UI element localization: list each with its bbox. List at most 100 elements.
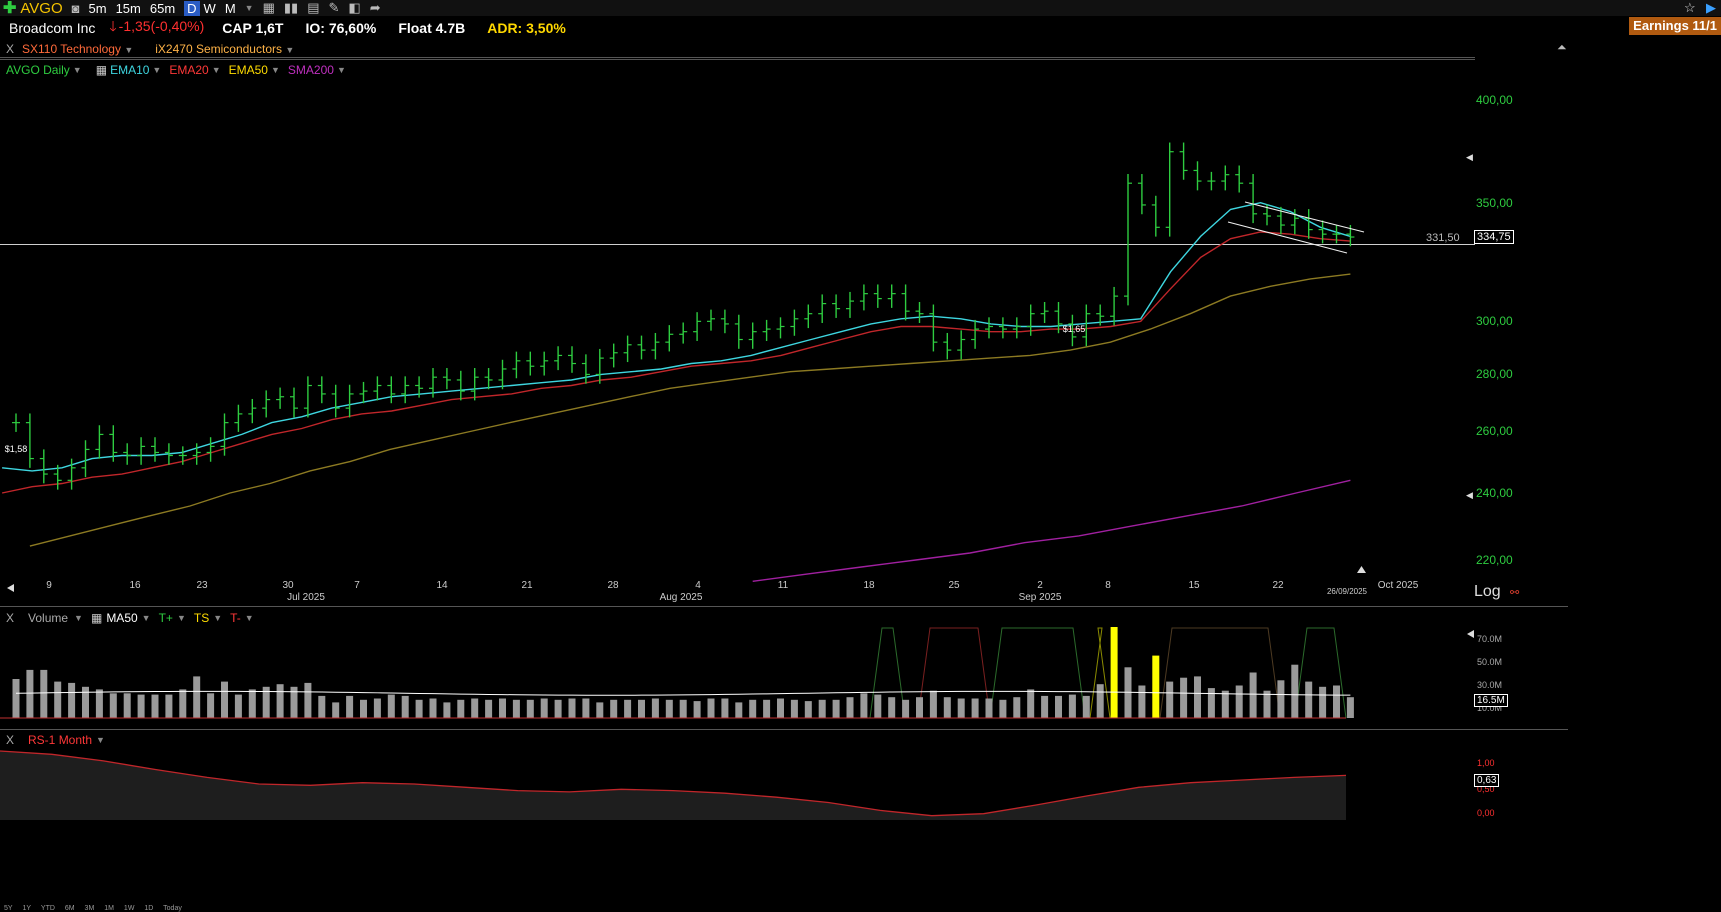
price-bar bbox=[873, 284, 882, 308]
price-bar bbox=[651, 332, 660, 360]
volume-bar bbox=[832, 699, 840, 718]
x-tick-label: 21 bbox=[521, 580, 533, 591]
range-today[interactable]: Today bbox=[163, 905, 182, 912]
range-1y[interactable]: 1Y bbox=[23, 905, 32, 912]
range-1w[interactable]: 1W bbox=[124, 905, 135, 912]
x-tick-label: 8 bbox=[1105, 580, 1111, 591]
volume-bar bbox=[443, 702, 451, 718]
volume-bar bbox=[1041, 695, 1049, 718]
price-bar bbox=[39, 449, 48, 484]
price-bar bbox=[901, 284, 910, 321]
log-scale-toggle[interactable]: Log bbox=[1474, 583, 1501, 601]
range-1d[interactable]: 1D bbox=[144, 905, 153, 912]
price-bar bbox=[943, 332, 952, 360]
volume-bar bbox=[360, 699, 367, 718]
price-bar bbox=[345, 384, 354, 418]
price-bar bbox=[81, 440, 90, 478]
volume-bar bbox=[429, 698, 437, 718]
price-bar bbox=[456, 370, 465, 401]
price-tick-label: 260,00 bbox=[1476, 424, 1513, 439]
range-6m[interactable]: 6M bbox=[65, 905, 75, 912]
volume-bar bbox=[137, 694, 145, 718]
volume-bar bbox=[610, 699, 618, 718]
volume-bar bbox=[1249, 672, 1257, 718]
volume-bar bbox=[123, 693, 131, 718]
price-bar bbox=[442, 368, 451, 390]
price-chart[interactable]: $1,58$1,659 16 23 30 7 14 21 28 4 11 18 25 2 8 15 22 Oct… bbox=[0, 0, 1721, 612]
volume-bar bbox=[957, 698, 965, 718]
volume-tick: 30.0M bbox=[1477, 680, 1503, 690]
price-bar bbox=[581, 354, 590, 384]
signal-line bbox=[917, 627, 991, 719]
volume-bar bbox=[248, 689, 256, 718]
volume-bar bbox=[1235, 685, 1243, 718]
price-bar bbox=[373, 376, 382, 401]
trendline-lower bbox=[1227, 221, 1348, 254]
volume-bar bbox=[95, 689, 103, 718]
price-tick-label: 350,00 bbox=[1476, 195, 1513, 210]
range-5y[interactable]: 5Y bbox=[4, 905, 13, 912]
volume-bar bbox=[415, 699, 423, 718]
price-bar bbox=[303, 376, 312, 418]
volume-bar bbox=[1180, 677, 1188, 718]
volume-bar bbox=[1068, 694, 1076, 718]
price-bar bbox=[915, 301, 924, 323]
price-bar bbox=[595, 348, 604, 384]
volume-bar bbox=[846, 697, 854, 718]
month-label: Sep 2025 bbox=[1019, 592, 1062, 603]
volume-bar bbox=[1291, 664, 1299, 718]
trendline-upper bbox=[1244, 201, 1365, 233]
rs-tick: 0,00 bbox=[1477, 808, 1495, 818]
price-bar bbox=[693, 312, 702, 341]
volume-bar bbox=[68, 682, 76, 718]
volume-bar bbox=[499, 698, 506, 718]
right-arrow-icon[interactable]: ◀ bbox=[1466, 152, 1473, 163]
price-bar bbox=[1124, 174, 1132, 306]
x-tick-label: 7 bbox=[354, 580, 360, 591]
range-1m[interactable]: 1M bbox=[104, 905, 114, 912]
rs-area bbox=[0, 751, 1346, 820]
price-tick-label: 300,00 bbox=[1476, 314, 1513, 329]
volume-bar bbox=[151, 694, 159, 718]
price-bar bbox=[1207, 171, 1216, 191]
volume-bar bbox=[568, 698, 576, 718]
volume-bar bbox=[485, 699, 493, 718]
volume-bar bbox=[1055, 695, 1062, 718]
price-bar bbox=[748, 322, 757, 349]
volume-bar bbox=[916, 697, 923, 718]
price-bar bbox=[123, 443, 132, 465]
price-tick-label: 220,00 bbox=[1476, 553, 1513, 567]
x-tick-label: 22 bbox=[1272, 580, 1284, 591]
volume-bar bbox=[373, 698, 381, 718]
range-ytd[interactable]: YTD bbox=[41, 905, 55, 912]
volume-bar bbox=[665, 699, 673, 718]
volume-bar bbox=[12, 679, 20, 718]
volume-bar bbox=[1346, 697, 1354, 718]
price-bar bbox=[1137, 174, 1146, 215]
price-bar bbox=[1304, 209, 1313, 239]
volume-ma50-line bbox=[15, 690, 1351, 696]
ema50-line bbox=[29, 273, 1351, 547]
link-icon[interactable]: ⚯ bbox=[1510, 586, 1519, 599]
volume-bar bbox=[82, 686, 89, 718]
right-arrow-icon[interactable]: ◀ bbox=[1466, 490, 1473, 501]
signal-line bbox=[1159, 627, 1281, 719]
price-bar bbox=[1193, 161, 1202, 191]
range-3m[interactable]: 3M bbox=[85, 905, 95, 912]
volume-bar bbox=[749, 699, 757, 718]
price-bar bbox=[317, 376, 326, 404]
volume-bar bbox=[1166, 681, 1174, 718]
volume-bar bbox=[721, 698, 729, 718]
price-bar bbox=[665, 325, 674, 352]
price-bar bbox=[568, 346, 576, 373]
volume-bar bbox=[1082, 695, 1090, 718]
volume-bar bbox=[1138, 685, 1146, 718]
volume-bar bbox=[638, 699, 645, 718]
volume-bar bbox=[929, 690, 937, 718]
price-bar bbox=[971, 319, 980, 349]
rs-chart[interactable] bbox=[0, 745, 1721, 825]
price-bar bbox=[623, 335, 632, 363]
volume-bar bbox=[999, 699, 1007, 718]
volume-chart[interactable] bbox=[0, 620, 1721, 730]
price-bar bbox=[512, 351, 521, 379]
